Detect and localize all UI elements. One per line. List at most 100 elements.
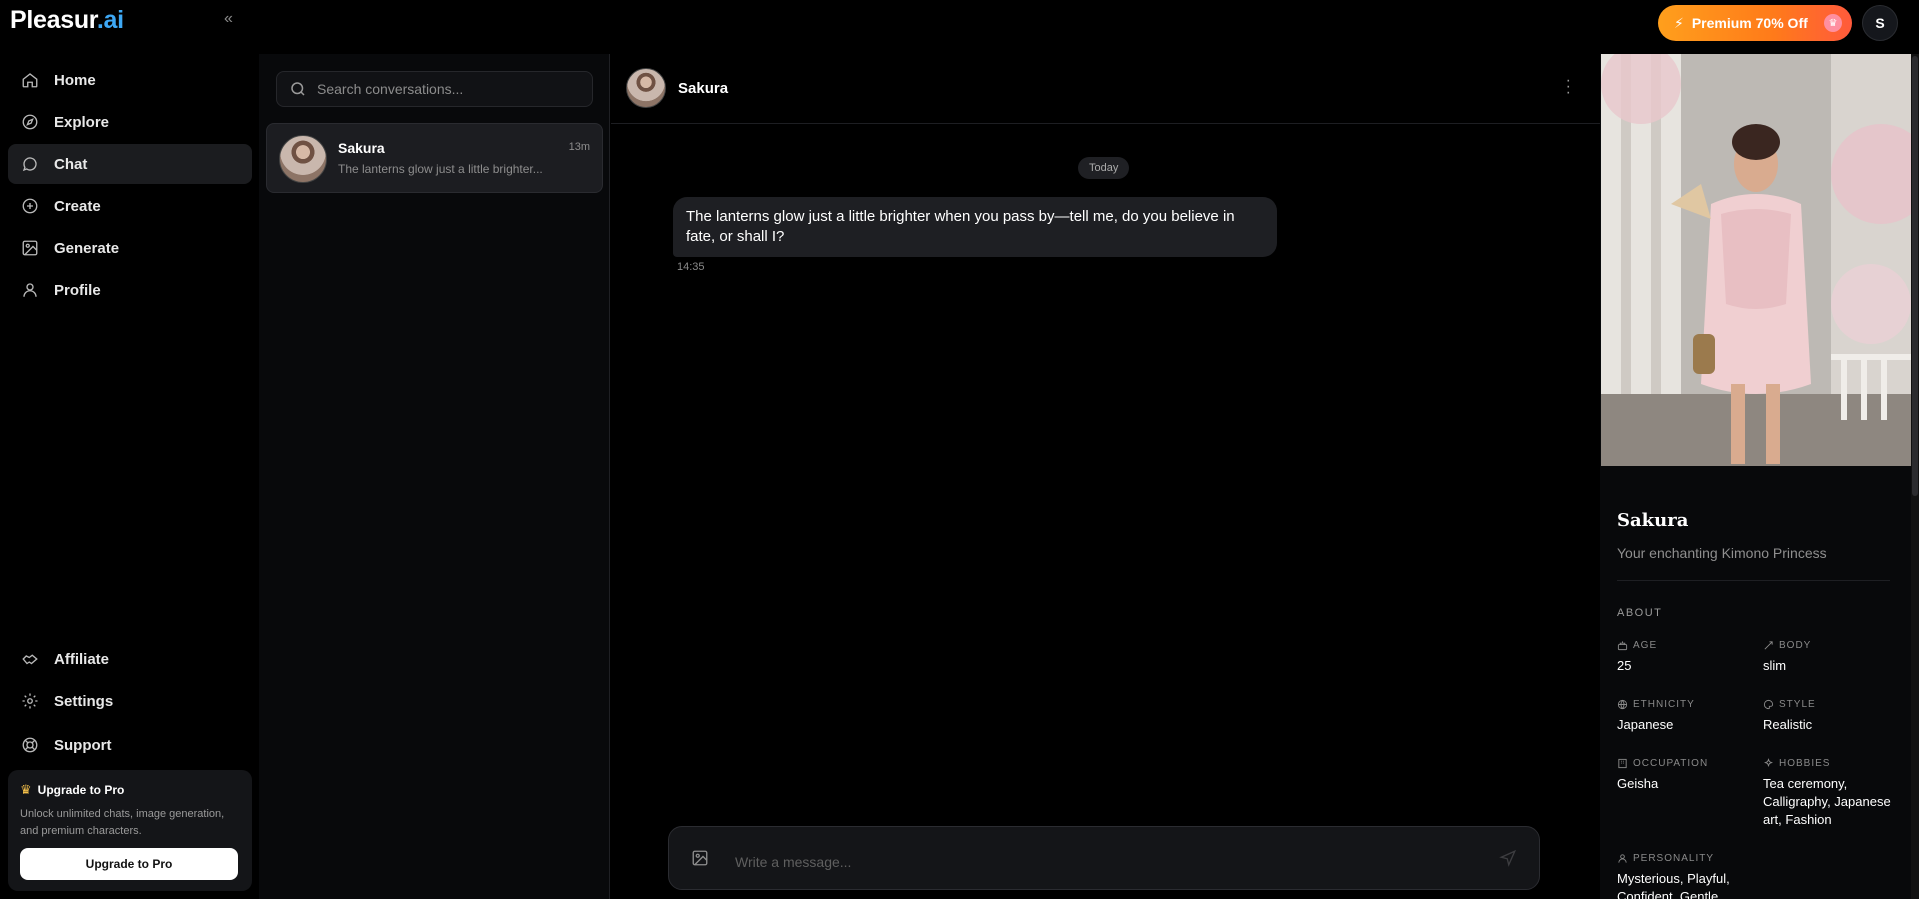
scrollbar-thumb[interactable] [1912, 56, 1918, 496]
sidebar-item-label: Chat [54, 155, 88, 173]
avatar [279, 135, 327, 183]
attr-value: Geisha [1617, 776, 1659, 791]
message-time: 14:35 [677, 261, 705, 273]
avatar[interactable] [626, 68, 666, 108]
user-avatar[interactable]: S [1862, 5, 1898, 41]
divider [1617, 580, 1890, 581]
character-profile-panel: Sakura Your enchanting Kimono Princess A… [1600, 54, 1911, 899]
collapse-sidebar-icon[interactable]: « [224, 10, 233, 28]
message-composer [668, 826, 1540, 890]
sidebar-item-label: Support [54, 736, 112, 754]
chat-header: Sakura · · · [611, 54, 1600, 124]
character-tagline: Your enchanting Kimono Princess [1617, 545, 1827, 561]
attr-style: STYLE Realistic [1763, 699, 1908, 734]
message-bubble: The lanterns glow just a little brighter… [673, 197, 1277, 257]
upgrade-description: Unlock unlimited chats, image generation… [20, 808, 225, 837]
profile-scrollbar[interactable] [1911, 54, 1919, 899]
brand-suffix: .ai [96, 6, 124, 34]
sidebar-item-label: Generate [54, 239, 120, 257]
body-icon [1763, 640, 1774, 651]
conversation-list-panel: Sakura The lanterns glow just a little b… [259, 54, 610, 899]
sidebar-item-label: Explore [54, 113, 110, 131]
about-heading: ABOUT [1617, 607, 1663, 619]
attr-age: AGE 25 [1617, 640, 1762, 675]
attr-label: ETHNICITY [1633, 699, 1695, 710]
upgrade-title: ♛ Upgrade to Pro [20, 782, 240, 798]
attr-value: slim [1763, 658, 1787, 673]
brand-name: Pleasur [10, 6, 97, 34]
image-icon [20, 238, 40, 258]
user-icon [1617, 853, 1628, 864]
attr-label: OCCUPATION [1633, 758, 1709, 769]
sparkles-icon [1763, 758, 1774, 769]
conversation-item[interactable]: Sakura The lanterns glow just a little b… [266, 123, 603, 193]
send-icon[interactable] [1499, 849, 1517, 872]
sidebar-item-chat[interactable]: Chat [8, 144, 252, 184]
upgrade-card: ♛ Upgrade to Pro Unlock unlimited chats,… [8, 770, 252, 891]
sidebar-item-label: Settings [54, 692, 114, 710]
crown-icon: ♛ [1824, 14, 1842, 32]
character-name: Sakura [1617, 510, 1689, 531]
user-icon [20, 280, 40, 300]
chat-contact-name[interactable]: Sakura [678, 80, 728, 97]
character-portrait [1601, 54, 1911, 466]
upgrade-button[interactable]: Upgrade to Pro [20, 848, 238, 880]
sidebar-item-explore[interactable]: Explore [8, 102, 252, 142]
sidebar-bottom-nav: Affiliate Settings Support [8, 639, 252, 767]
chat-bubble-icon [20, 154, 40, 174]
cake-icon [1617, 640, 1628, 651]
sidebar-item-label: Affiliate [54, 650, 110, 668]
plus-circle-icon [20, 196, 40, 216]
compass-icon [20, 112, 40, 132]
sidebar-item-label: Create [54, 197, 101, 215]
globe-icon [1617, 699, 1628, 710]
attr-hobbies: HOBBIES Tea ceremony, Calligraphy, Japan… [1763, 758, 1908, 829]
attr-label: BODY [1779, 640, 1812, 651]
attr-body: BODY slim [1763, 640, 1908, 675]
sidebar-item-generate[interactable]: Generate [8, 228, 252, 268]
palette-icon [1763, 699, 1774, 710]
sidebar-item-settings[interactable]: Settings [8, 681, 252, 721]
search-box[interactable] [276, 71, 593, 107]
sidebar-item-create[interactable]: Create [8, 186, 252, 226]
attr-label: STYLE [1779, 699, 1816, 710]
home-icon [20, 70, 40, 90]
attr-label: AGE [1633, 640, 1658, 651]
attr-label: HOBBIES [1779, 758, 1831, 769]
date-separator: Today [1078, 157, 1130, 179]
gear-icon [20, 691, 40, 711]
conversation-preview: The lanterns glow just a little brighter… [338, 162, 543, 176]
sidebar-nav: Home Explore Chat Create Generate Profil… [8, 60, 252, 312]
attr-value: 25 [1617, 658, 1632, 673]
lightning-icon: ⚡ [1674, 14, 1684, 31]
crown-icon: ♛ [20, 782, 32, 797]
sidebar-item-support[interactable]: Support [8, 725, 252, 765]
message-input[interactable] [735, 847, 1435, 877]
handshake-icon [20, 649, 40, 669]
premium-label: Premium 70% Off [1691, 15, 1808, 31]
lifebuoy-icon [20, 735, 40, 755]
sidebar-item-home[interactable]: Home [8, 60, 252, 100]
attr-value: Tea ceremony, Calligraphy, Japanese art,… [1763, 776, 1891, 827]
attr-value: Mysterious, Playful, Confident, Gentle [1617, 871, 1730, 899]
sidebar-item-affiliate[interactable]: Affiliate [8, 639, 252, 679]
sidebar-item-label: Home [54, 71, 96, 89]
premium-offer-button[interactable]: ⚡ Premium 70% Off ♛ [1658, 5, 1852, 41]
sidebar-item-profile[interactable]: Profile [8, 270, 252, 310]
conversation-time: 13m [568, 141, 590, 153]
building-icon [1617, 758, 1628, 769]
attr-value: Japanese [1617, 717, 1674, 732]
brand-logo[interactable]: Pleasur.ai [10, 6, 124, 35]
conversation-name: Sakura [338, 140, 385, 156]
search-input[interactable] [317, 81, 577, 97]
attr-personality: PERSONALITY Mysterious, Playful, Confide… [1617, 853, 1757, 899]
attach-image-icon[interactable] [691, 849, 709, 872]
sidebar-item-label: Profile [54, 281, 101, 299]
attr-ethnicity: ETHNICITY Japanese [1617, 699, 1762, 734]
upgrade-title-text: Upgrade to Pro [37, 783, 125, 797]
more-options-icon[interactable]: · · · [1566, 73, 1571, 101]
portrait-illustration [1601, 54, 1911, 466]
attr-label: PERSONALITY [1633, 853, 1715, 864]
search-icon [289, 80, 307, 98]
attr-occupation: OCCUPATION Geisha [1617, 758, 1762, 793]
